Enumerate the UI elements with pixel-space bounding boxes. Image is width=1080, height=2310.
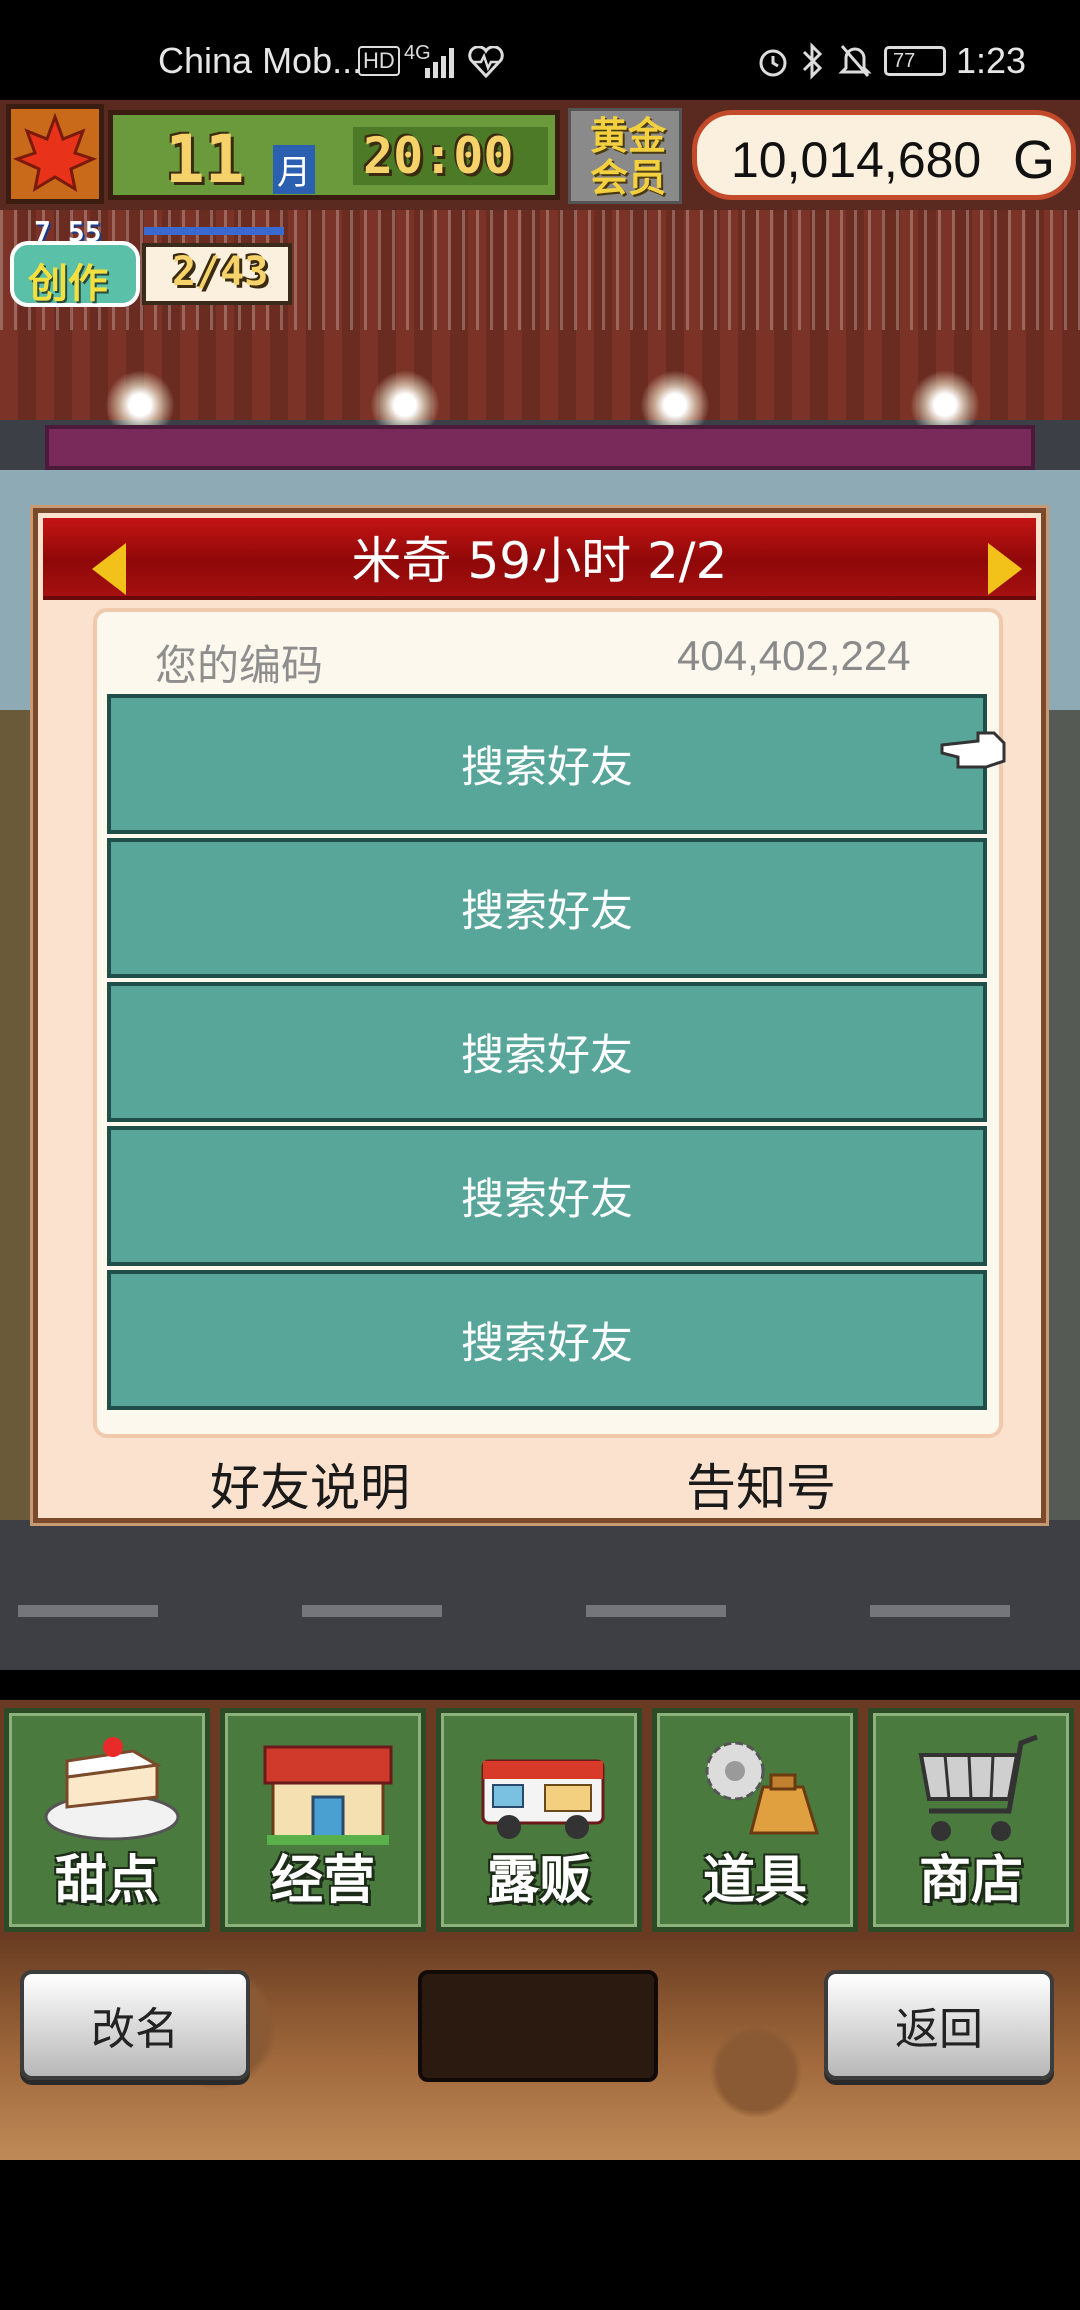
maple-leaf-icon xyxy=(12,112,98,193)
friends-dialog: 米奇 59小时 2/2 您的编码 404,402,224 搜索好友 搜索好友 搜… xyxy=(33,508,1046,1523)
food-truck-icon xyxy=(481,1759,605,1839)
shop-awning xyxy=(45,425,1035,470)
menu-label: 商店 xyxy=(918,1851,1023,1911)
top-hud: 11 月 20:00 黄金会员 10,014,680 G xyxy=(0,100,1080,210)
battery-level: 77 xyxy=(893,50,916,72)
status-bar: China Mob... HD 4G 77 1:23 xyxy=(0,0,1080,100)
game-clock: 20:00 xyxy=(363,127,514,185)
your-code-label: 您的编码 xyxy=(155,641,324,690)
search-friend-label: 搜索好友 xyxy=(461,887,633,937)
street xyxy=(0,1520,1080,1670)
month-number: 11 xyxy=(165,121,245,198)
menu-dessert[interactable]: 甜点 xyxy=(4,1708,210,1932)
carrier-name: China Mob... xyxy=(158,40,363,81)
items-bag-icon xyxy=(705,1741,820,1835)
creation-label: 创作 xyxy=(28,261,108,307)
shop-icon xyxy=(263,1745,393,1845)
menu-label: 甜点 xyxy=(54,1851,159,1911)
dialog-title: 米奇 59小时 2/2 xyxy=(351,532,728,590)
dialog-header: 米奇 59小时 2/2 xyxy=(43,518,1036,600)
search-friend-label: 搜索好友 xyxy=(461,1031,633,1081)
back-label: 返回 xyxy=(895,2004,983,2055)
creation-progress: 2/43 xyxy=(172,249,269,295)
search-friend-slot[interactable]: 搜索好友 xyxy=(107,982,987,1122)
main-menu: 甜点 经营 露贩 道具 商店 xyxy=(0,1700,1080,1940)
gold-counter: 10,014,680 G xyxy=(692,110,1076,200)
creation-badge[interactable]: 7 55 创作 2/43 xyxy=(8,215,294,311)
bottom-bar: 改名 返回 xyxy=(0,1940,1080,2160)
cake-icon xyxy=(44,1737,180,1841)
gold-unit: G xyxy=(1013,130,1056,190)
friend-list-panel: 您的编码 404,402,224 搜索好友 搜索好友 搜索好友 搜索好友 搜索好… xyxy=(93,608,1003,1438)
prev-page-arrow-icon[interactable] xyxy=(92,543,126,595)
membership-label: 黄金会员 xyxy=(589,114,666,200)
month-unit: 月 xyxy=(273,145,315,194)
search-friend-label: 搜索好友 xyxy=(461,1319,633,1369)
battery-icon: 77 xyxy=(884,46,946,76)
menu-label: 经营 xyxy=(270,1851,375,1911)
signal-icon xyxy=(425,48,454,78)
search-friend-slot[interactable]: 搜索好友 xyxy=(107,694,987,834)
mute-bell-icon xyxy=(838,45,872,77)
search-friend-label: 搜索好友 xyxy=(461,743,633,793)
bluetooth-icon xyxy=(802,42,823,80)
friend-info-link[interactable]: 好友说明 xyxy=(210,1448,410,1520)
alarm-icon xyxy=(759,49,787,77)
clock-time: 1:23 xyxy=(956,40,1027,81)
gold-amount: 10,014,680 xyxy=(731,132,982,188)
season-badge[interactable] xyxy=(6,104,104,204)
pointing-hand-icon xyxy=(940,731,1006,769)
search-friend-slot[interactable]: 搜索好友 xyxy=(107,1126,987,1266)
search-friend-slot[interactable]: 搜索好友 xyxy=(107,838,987,978)
center-slot xyxy=(418,1970,658,2082)
search-friend-label: 搜索好友 xyxy=(461,1175,633,1225)
menu-label: 露贩 xyxy=(486,1851,591,1911)
hd-badge: HD xyxy=(358,46,400,76)
your-code-value: 404,402,224 xyxy=(677,632,911,679)
health-icon xyxy=(468,46,504,78)
search-friend-slot[interactable]: 搜索好友 xyxy=(107,1270,987,1410)
back-button[interactable]: 返回 xyxy=(824,1970,1054,2080)
rename-button[interactable]: 改名 xyxy=(20,1970,250,2080)
notice-number-link[interactable]: 告知号 xyxy=(686,1448,836,1520)
menu-items[interactable]: 道具 xyxy=(652,1708,858,1932)
next-page-arrow-icon[interactable] xyxy=(988,543,1022,595)
menu-food-stall[interactable]: 露贩 xyxy=(436,1708,642,1932)
rename-label: 改名 xyxy=(91,2004,179,2055)
shopping-cart-icon xyxy=(918,1734,1038,1841)
menu-management[interactable]: 经营 xyxy=(220,1708,426,1932)
gold-member-badge[interactable]: 黄金会员 xyxy=(568,108,682,204)
date-time-panel: 11 月 20:00 xyxy=(108,110,560,200)
menu-store[interactable]: 商店 xyxy=(868,1708,1074,1932)
menu-label: 道具 xyxy=(702,1851,807,1911)
